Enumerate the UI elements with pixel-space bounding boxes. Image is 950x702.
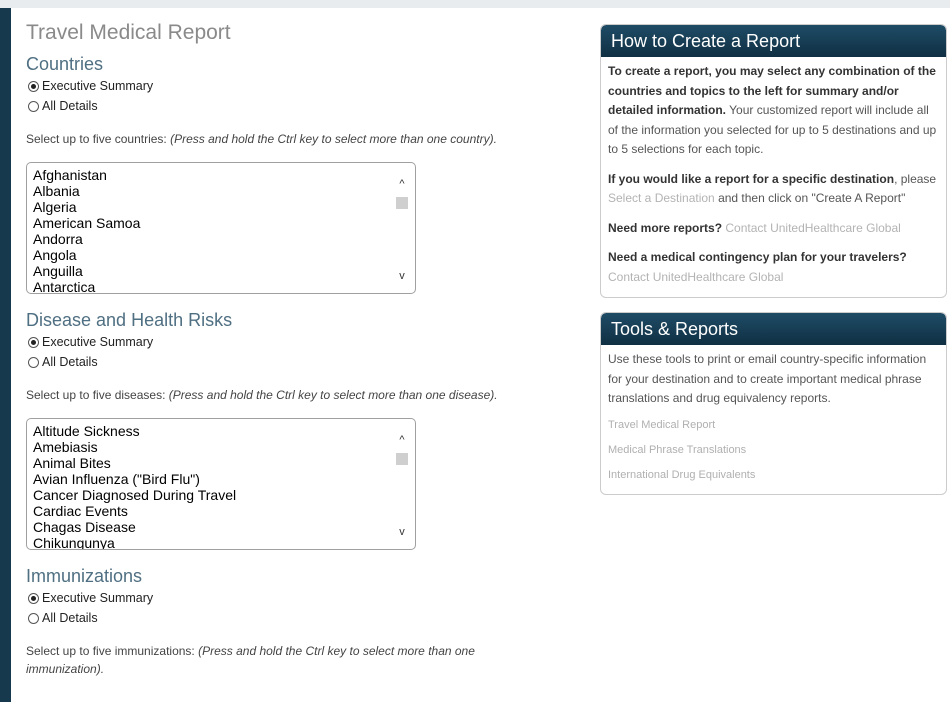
list-item[interactable]: Cancer Diagnosed During Travel bbox=[33, 487, 415, 503]
how-to-paragraph: Need a medical contingency plan for your… bbox=[608, 248, 938, 287]
list-item[interactable]: Anguilla bbox=[33, 263, 415, 279]
chevron-down-icon[interactable]: v bbox=[395, 269, 409, 283]
body-text: and then click on "Create A Report" bbox=[714, 191, 906, 205]
bold-text: If you would like a report for a specifi… bbox=[608, 171, 895, 186]
immunizations-heading: Immunizations bbox=[26, 566, 143, 586]
how-to-paragraph: Need more reports? Contact UnitedHealthc… bbox=[608, 219, 938, 239]
instruction-text: Select up to five immunizations: bbox=[26, 644, 195, 658]
diseases-heading: Disease and Health Risks bbox=[26, 310, 233, 330]
countries-heading: Countries bbox=[26, 54, 104, 74]
listbox-scrollbar[interactable]: ^ v bbox=[395, 177, 409, 283]
radio-button[interactable] bbox=[28, 612, 39, 624]
radio-button[interactable] bbox=[28, 100, 39, 112]
chevron-down-icon[interactable]: v bbox=[395, 525, 409, 539]
list-item[interactable]: Andorra bbox=[33, 231, 415, 247]
body-text: , please bbox=[894, 171, 937, 186]
chevron-up-icon[interactable]: ^ bbox=[395, 433, 409, 447]
tools-heading: Tools & Reports bbox=[601, 313, 946, 345]
how-to-body: To create a report, you may select any c… bbox=[601, 57, 946, 297]
main-content: Travel Medical Report Countries Executiv… bbox=[24, 16, 584, 678]
left-accent-bar bbox=[0, 8, 11, 702]
countries-all-details-option[interactable]: All Details bbox=[28, 96, 584, 116]
medical-phrase-translations-link[interactable]: Medical Phrase Translations bbox=[608, 438, 938, 463]
list-item[interactable]: Altitude Sickness bbox=[33, 423, 415, 439]
list-item[interactable]: Albania bbox=[33, 183, 415, 199]
immunizations-all-details-option[interactable]: All Details bbox=[28, 608, 584, 628]
list-item[interactable]: American Samoa bbox=[33, 215, 415, 231]
countries-executive-summary-option[interactable]: Executive Summary bbox=[28, 76, 584, 96]
how-to-paragraph: To create a report, you may select any c… bbox=[608, 62, 938, 160]
radio-button-checked[interactable] bbox=[28, 336, 39, 348]
how-to-paragraph: If you would like a report for a specifi… bbox=[608, 170, 938, 209]
radio-label: Executive Summary bbox=[42, 591, 154, 605]
list-item[interactable]: Afghanistan bbox=[33, 167, 415, 183]
diseases-all-details-option[interactable]: All Details bbox=[28, 352, 584, 372]
international-drug-equivalents-link[interactable]: International Drug Equivalents bbox=[608, 463, 938, 488]
travel-medical-report-link[interactable]: Travel Medical Report bbox=[608, 413, 938, 438]
list-item[interactable]: Cardiac Events bbox=[33, 503, 415, 519]
scroll-thumb[interactable] bbox=[396, 453, 408, 465]
page-title: Travel Medical Report bbox=[26, 21, 231, 44]
contact-link[interactable]: Contact UnitedHealthcare Global bbox=[725, 221, 900, 235]
contact-link[interactable]: Contact UnitedHealthcare Global bbox=[608, 270, 783, 284]
radio-label: All Details bbox=[42, 99, 98, 113]
list-item[interactable]: Chikungunya bbox=[33, 535, 415, 549]
list-item[interactable]: Antarctica bbox=[33, 279, 415, 293]
radio-button-checked[interactable] bbox=[28, 592, 39, 604]
sidebar: How to Create a Report To create a repor… bbox=[600, 24, 947, 495]
list-item[interactable]: Animal Bites bbox=[33, 455, 415, 471]
diseases-executive-summary-option[interactable]: Executive Summary bbox=[28, 332, 584, 352]
instruction-note: (Press and hold the Ctrl key to select m… bbox=[170, 132, 497, 146]
instruction-text: Select up to five diseases: bbox=[26, 388, 166, 402]
radio-label: Executive Summary bbox=[42, 79, 154, 93]
chevron-up-icon[interactable]: ^ bbox=[395, 177, 409, 191]
listbox-scrollbar[interactable]: ^ v bbox=[395, 433, 409, 539]
instruction-note: (Press and hold the Ctrl key to select m… bbox=[168, 388, 498, 402]
how-to-heading: How to Create a Report bbox=[601, 25, 946, 57]
radio-button[interactable] bbox=[28, 356, 39, 368]
tools-panel: Tools & Reports Use these tools to print… bbox=[600, 312, 947, 495]
list-item[interactable]: Chagas Disease bbox=[33, 519, 415, 535]
radio-label: All Details bbox=[42, 355, 98, 369]
tools-description: Use these tools to print or email countr… bbox=[608, 352, 927, 405]
how-to-panel: How to Create a Report To create a repor… bbox=[600, 24, 947, 298]
list-item[interactable]: Algeria bbox=[33, 199, 415, 215]
top-bar bbox=[0, 0, 950, 8]
bold-text: Need a medical contingency plan for your… bbox=[608, 250, 907, 264]
radio-label: Executive Summary bbox=[42, 335, 154, 349]
list-item[interactable]: Amebiasis bbox=[33, 439, 415, 455]
select-destination-link[interactable]: Select a Destination bbox=[608, 191, 715, 205]
bold-text: Need more reports? bbox=[608, 220, 723, 235]
countries-instruction: Select up to five countries: (Press and … bbox=[26, 130, 584, 148]
immunizations-executive-summary-option[interactable]: Executive Summary bbox=[28, 588, 584, 608]
radio-button-checked[interactable] bbox=[28, 80, 39, 92]
countries-listbox[interactable]: Afghanistan Albania Algeria American Sam… bbox=[26, 162, 416, 294]
immunizations-instruction: Select up to five immunizations: (Press … bbox=[26, 642, 526, 678]
tools-body: Use these tools to print or email countr… bbox=[601, 345, 946, 494]
list-item[interactable]: Angola bbox=[33, 247, 415, 263]
diseases-listbox[interactable]: Altitude Sickness Amebiasis Animal Bites… bbox=[26, 418, 416, 550]
diseases-instruction: Select up to five diseases: (Press and h… bbox=[26, 386, 584, 404]
list-item[interactable]: Avian Influenza ("Bird Flu") bbox=[33, 471, 415, 487]
instruction-text: Select up to five countries: bbox=[26, 132, 167, 146]
scroll-thumb[interactable] bbox=[396, 197, 408, 209]
radio-label: All Details bbox=[42, 611, 98, 625]
